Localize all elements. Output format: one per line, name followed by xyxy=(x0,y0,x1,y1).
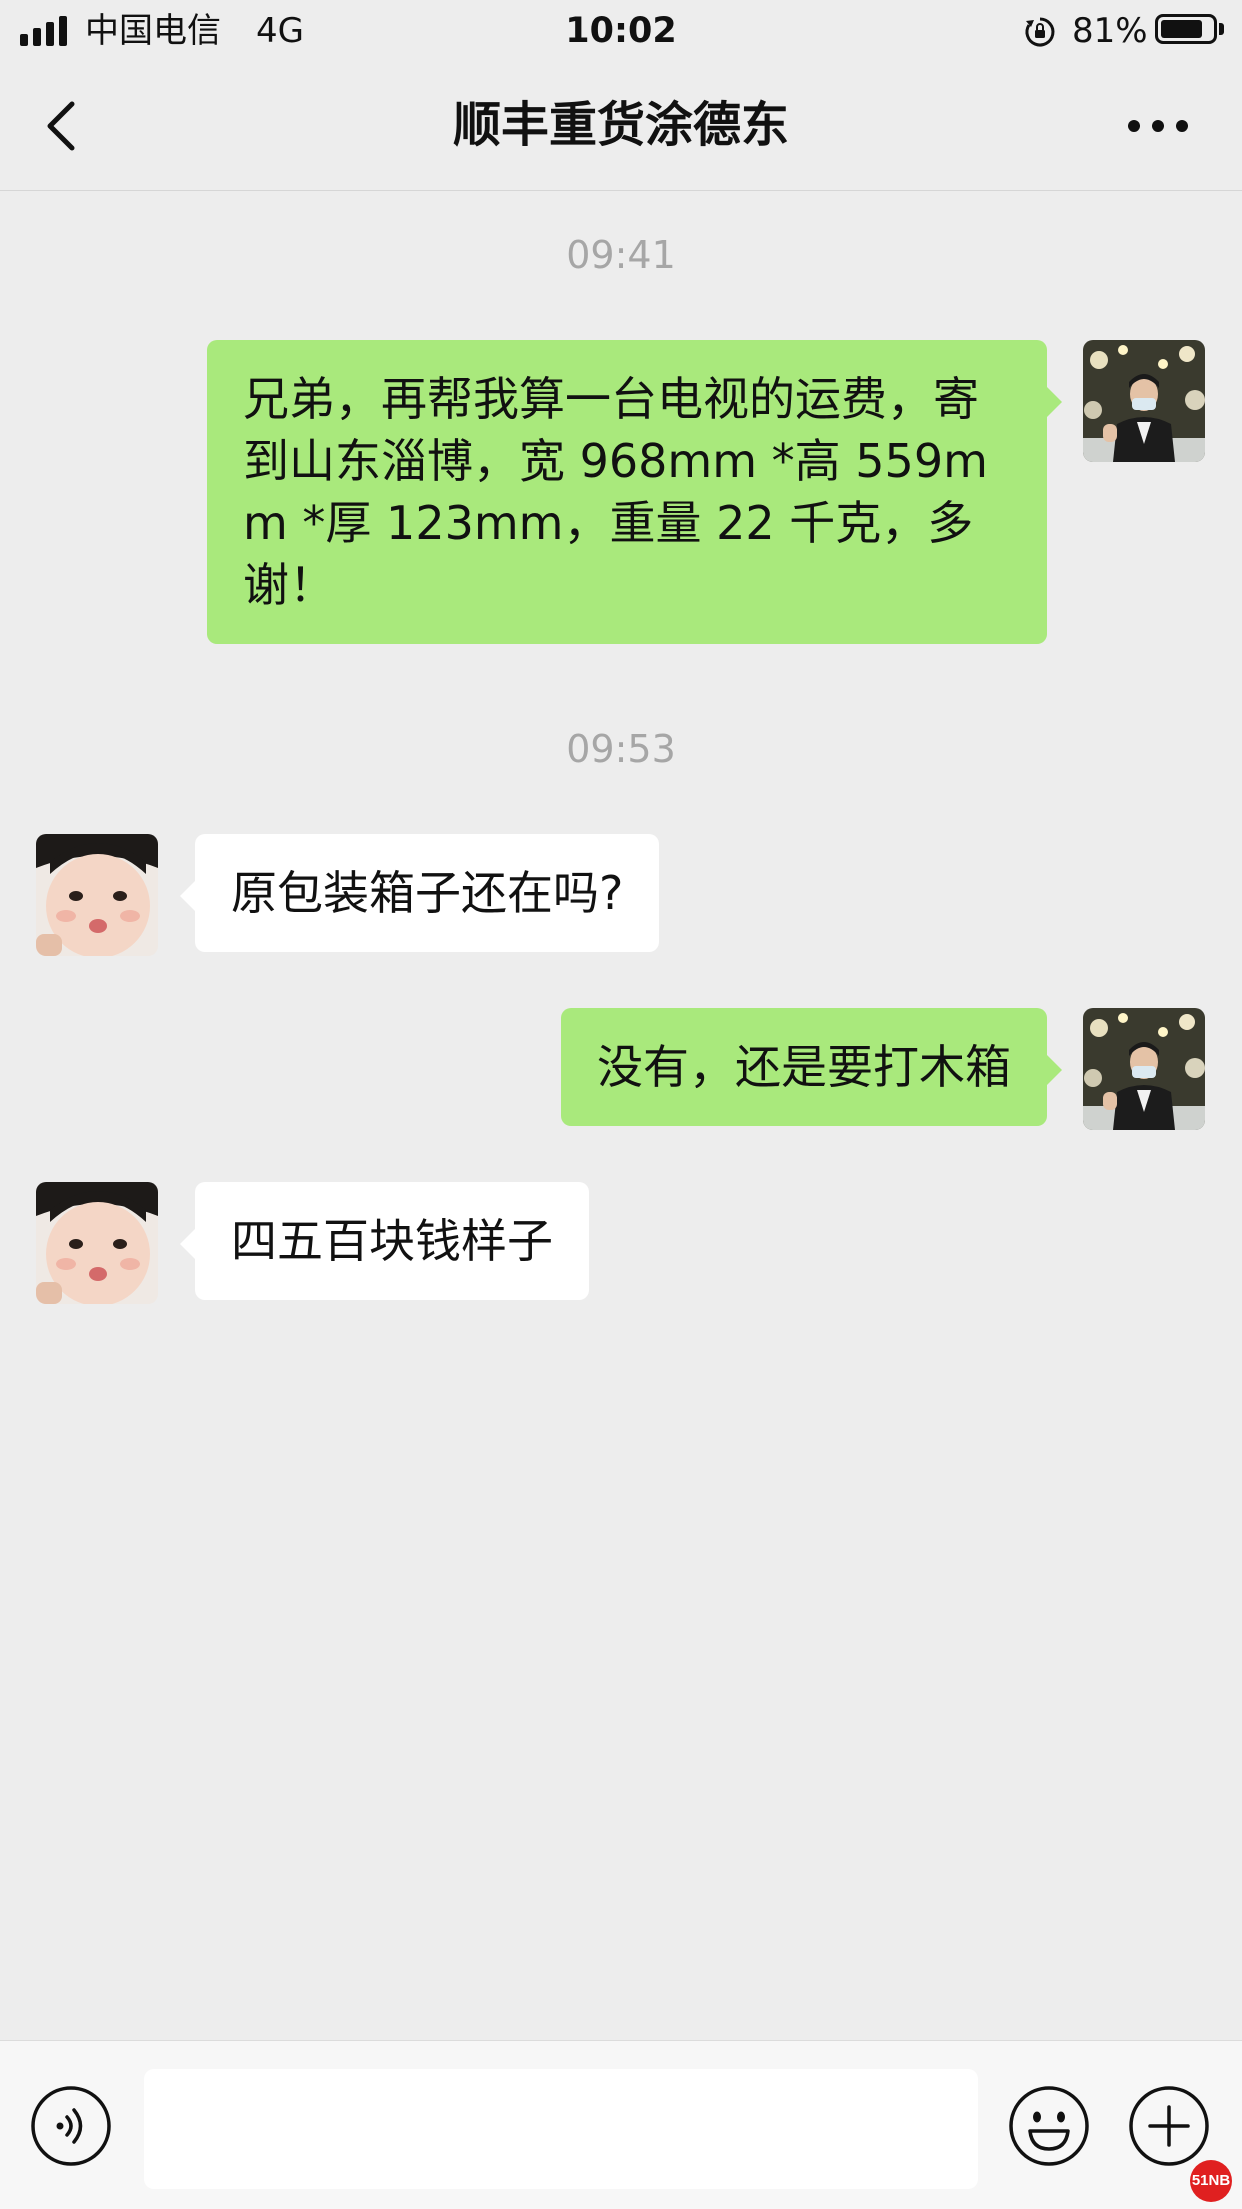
voice-icon[interactable] xyxy=(30,2085,112,2167)
avatar-photo-icon xyxy=(1083,340,1205,462)
chat-title: 顺丰重货涂德东 xyxy=(452,97,789,153)
battery-icon xyxy=(1155,14,1217,44)
watermark-badge: 51NB xyxy=(1190,2160,1232,2202)
battery-level-fill xyxy=(1161,20,1202,38)
avatar-photo-icon xyxy=(36,1182,158,1304)
status-bar: 中国电信 4G 10:02 81% xyxy=(0,0,1242,62)
contact-avatar[interactable] xyxy=(36,834,158,956)
received-message-bubble[interactable]: 原包装箱子还在吗? xyxy=(179,834,660,952)
message-timestamp: 09:53 xyxy=(566,727,676,771)
contact-avatar[interactable] xyxy=(36,1182,158,1304)
battery-cap xyxy=(1219,23,1224,35)
sent-message-bubble[interactable]: 兄弟，再帮我算一台电视的运费，寄到山东淄博，宽 968mm *高 559mm *… xyxy=(207,340,1062,644)
my-avatar[interactable] xyxy=(1083,340,1205,462)
more-dots-icon[interactable] xyxy=(1128,118,1188,134)
my-avatar[interactable] xyxy=(1083,1008,1205,1130)
message-timestamp: 09:41 xyxy=(566,233,676,277)
received-message-bubble[interactable]: 四五百块钱样子 xyxy=(180,1182,589,1300)
message-input[interactable] xyxy=(144,2069,978,2189)
avatar-photo-icon xyxy=(36,834,158,956)
smile-icon[interactable] xyxy=(1008,2085,1090,2167)
chat-message-list[interactable]: 09:41 兄弟，再帮我算一台电视的运费，寄到山东淄博，宽 968mm *高 5… xyxy=(0,191,1242,2039)
sent-message-bubble[interactable]: 没有，还是要打木箱 xyxy=(561,1008,1062,1126)
chat-input-bar xyxy=(0,2040,1242,2209)
battery-percent: 81% xyxy=(1072,11,1148,51)
plus-icon[interactable] xyxy=(1128,2085,1210,2167)
avatar-photo-icon xyxy=(1083,1008,1205,1130)
navigation-bar: 顺丰重货涂德东 xyxy=(0,62,1242,191)
rotation-lock-icon xyxy=(1025,17,1055,47)
